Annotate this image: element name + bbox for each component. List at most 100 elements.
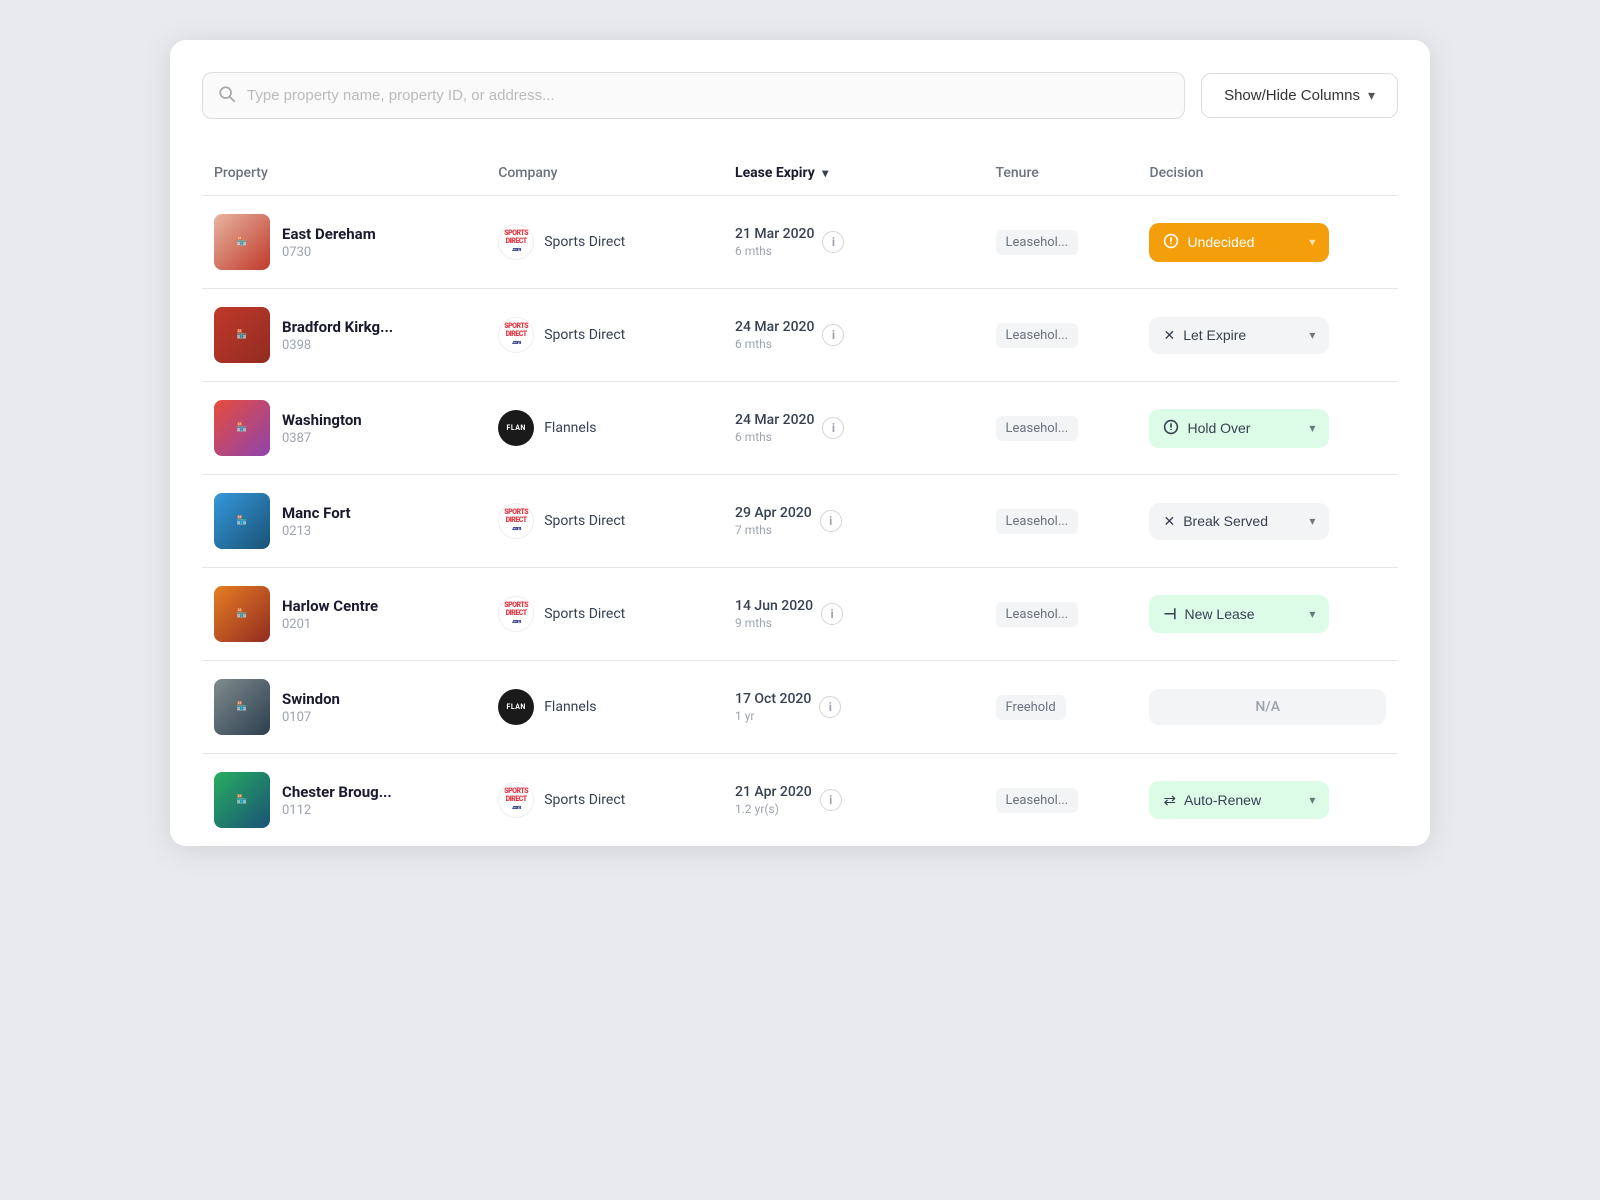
property-thumbnail: 🏪 bbox=[214, 772, 270, 828]
tenure-cell: Leasehol... bbox=[984, 754, 1138, 847]
property-cell: 🏪 Chester Broug... 0112 bbox=[202, 754, 486, 847]
search-wrap bbox=[202, 72, 1185, 119]
lease-duration: 1.2 yr(s) bbox=[735, 802, 812, 816]
table-row: 🏪 Manc Fort 0213 SPORTSDIRECT.com Sports… bbox=[202, 475, 1398, 568]
decision-cell[interactable]: ✕ Let Expire ▾ bbox=[1137, 289, 1398, 382]
lease-date: 17 Oct 2020 bbox=[735, 691, 811, 707]
decision-icon: ⊣ bbox=[1163, 605, 1176, 623]
property-cell: 🏪 East Dereham 0730 bbox=[202, 196, 486, 289]
decision-button[interactable]: ⊣ New Lease ▾ bbox=[1149, 595, 1329, 633]
decision-button[interactable]: ✕ Break Served ▾ bbox=[1149, 503, 1329, 540]
company-cell: SPORTSDIRECT.com Sports Direct bbox=[486, 196, 723, 289]
tenure-cell: Leasehol... bbox=[984, 568, 1138, 661]
lease-duration: 6 mths bbox=[735, 430, 814, 444]
company-logo: SPORTSDIRECT.com bbox=[498, 317, 534, 353]
tenure-cell: Leasehol... bbox=[984, 475, 1138, 568]
decision-label: New Lease bbox=[1185, 606, 1255, 622]
table-row: 🏪 Bradford Kirkg... 0398 SPORTSDIRECT.co… bbox=[202, 289, 1398, 382]
tenure-badge: Freehold bbox=[996, 695, 1066, 720]
lease-date: 24 Mar 2020 bbox=[735, 319, 814, 335]
lease-expiry-cell: 21 Apr 2020 1.2 yr(s) i bbox=[723, 754, 984, 847]
main-card: Show/Hide Columns ▾ Property Company Lea… bbox=[170, 40, 1430, 846]
decision-cell[interactable]: Hold Over ▾ bbox=[1137, 382, 1398, 475]
property-thumbnail: 🏪 bbox=[214, 214, 270, 270]
company-name: Sports Direct bbox=[544, 606, 625, 622]
info-icon[interactable]: i bbox=[821, 603, 843, 625]
lease-duration: 6 mths bbox=[735, 337, 814, 351]
info-icon[interactable]: i bbox=[822, 231, 844, 253]
property-name: East Dereham bbox=[282, 225, 376, 243]
lease-date: 14 Jun 2020 bbox=[735, 598, 813, 614]
sort-icon: ▾ bbox=[822, 166, 828, 180]
col-header-company: Company bbox=[486, 151, 723, 196]
decision-button[interactable]: Undecided ▾ bbox=[1149, 223, 1329, 262]
property-id: 0213 bbox=[282, 524, 351, 539]
decision-button[interactable]: ⇄ Auto-Renew ▾ bbox=[1149, 781, 1329, 819]
info-icon[interactable]: i bbox=[820, 789, 842, 811]
tenure-cell: Leasehol... bbox=[984, 382, 1138, 475]
lease-expiry-cell: 24 Mar 2020 6 mths i bbox=[723, 382, 984, 475]
company-name: Sports Direct bbox=[544, 513, 625, 529]
company-logo: SPORTSDIRECT.com bbox=[498, 782, 534, 818]
property-cell: 🏪 Manc Fort 0213 bbox=[202, 475, 486, 568]
decision-cell[interactable]: ⇄ Auto-Renew ▾ bbox=[1137, 754, 1398, 847]
decision-chevron-icon: ▾ bbox=[1309, 235, 1315, 249]
lease-expiry-cell: 24 Mar 2020 6 mths i bbox=[723, 289, 984, 382]
property-cell: 🏪 Washington 0387 bbox=[202, 382, 486, 475]
company-logo: FLAN bbox=[498, 689, 534, 725]
tenure-badge: Leasehol... bbox=[996, 416, 1079, 441]
company-logo: SPORTSDIRECT.com bbox=[498, 503, 534, 539]
table-row: 🏪 Swindon 0107 FLAN Flannels 17 Oct 2020… bbox=[202, 661, 1398, 754]
company-cell: SPORTSDIRECT.com Sports Direct bbox=[486, 289, 723, 382]
decision-label: Undecided bbox=[1187, 234, 1254, 250]
property-thumbnail: 🏪 bbox=[214, 586, 270, 642]
decision-chevron-icon: ▾ bbox=[1309, 514, 1315, 528]
property-cell: 🏪 Harlow Centre 0201 bbox=[202, 568, 486, 661]
decision-chevron-icon: ▾ bbox=[1309, 421, 1315, 435]
property-thumbnail: 🏪 bbox=[214, 307, 270, 363]
decision-cell: N/A bbox=[1137, 661, 1398, 754]
company-logo: SPORTSDIRECT.com bbox=[498, 224, 534, 260]
toolbar: Show/Hide Columns ▾ bbox=[202, 72, 1398, 119]
company-name: Sports Direct bbox=[544, 327, 625, 343]
company-cell: SPORTSDIRECT.com Sports Direct bbox=[486, 754, 723, 847]
tenure-cell: Freehold bbox=[984, 661, 1138, 754]
info-icon[interactable]: i bbox=[822, 324, 844, 346]
property-name: Swindon bbox=[282, 690, 340, 708]
property-name: Harlow Centre bbox=[282, 597, 378, 615]
search-input[interactable] bbox=[202, 72, 1185, 119]
tenure-cell: Leasehol... bbox=[984, 289, 1138, 382]
property-id: 0730 bbox=[282, 245, 376, 260]
col-header-property: Property bbox=[202, 151, 486, 196]
col-header-decision: Decision bbox=[1137, 151, 1398, 196]
company-cell: SPORTSDIRECT.com Sports Direct bbox=[486, 568, 723, 661]
property-id: 0201 bbox=[282, 617, 378, 632]
tenure-badge: Leasehol... bbox=[996, 323, 1079, 348]
company-logo: FLAN bbox=[498, 410, 534, 446]
decision-icon bbox=[1163, 419, 1179, 438]
decision-cell[interactable]: ⊣ New Lease ▾ bbox=[1137, 568, 1398, 661]
decision-button[interactable]: ✕ Let Expire ▾ bbox=[1149, 317, 1329, 354]
company-name: Flannels bbox=[544, 420, 596, 436]
lease-expiry-cell: 29 Apr 2020 7 mths i bbox=[723, 475, 984, 568]
tenure-badge: Leasehol... bbox=[996, 230, 1079, 255]
lease-expiry-cell: 14 Jun 2020 9 mths i bbox=[723, 568, 984, 661]
decision-button[interactable]: Hold Over ▾ bbox=[1149, 409, 1329, 448]
col-header-lease-expiry[interactable]: Lease Expiry ▾ bbox=[723, 151, 984, 196]
decision-cell[interactable]: Undecided ▾ bbox=[1137, 196, 1398, 289]
lease-duration: 1 yr bbox=[735, 709, 811, 723]
table-header-row: Property Company Lease Expiry ▾ Tenure D… bbox=[202, 151, 1398, 196]
company-cell: FLAN Flannels bbox=[486, 661, 723, 754]
search-icon bbox=[218, 85, 236, 107]
table-row: 🏪 Harlow Centre 0201 SPORTSDIRECT.com Sp… bbox=[202, 568, 1398, 661]
company-cell: FLAN Flannels bbox=[486, 382, 723, 475]
lease-table: Property Company Lease Expiry ▾ Tenure D… bbox=[202, 151, 1398, 846]
company-name: Sports Direct bbox=[544, 792, 625, 808]
property-thumbnail: 🏪 bbox=[214, 493, 270, 549]
lease-expiry-cell: 17 Oct 2020 1 yr i bbox=[723, 661, 984, 754]
show-hide-columns-button[interactable]: Show/Hide Columns ▾ bbox=[1201, 73, 1398, 118]
info-icon[interactable]: i bbox=[819, 696, 841, 718]
decision-cell[interactable]: ✕ Break Served ▾ bbox=[1137, 475, 1398, 568]
info-icon[interactable]: i bbox=[822, 417, 844, 439]
info-icon[interactable]: i bbox=[820, 510, 842, 532]
